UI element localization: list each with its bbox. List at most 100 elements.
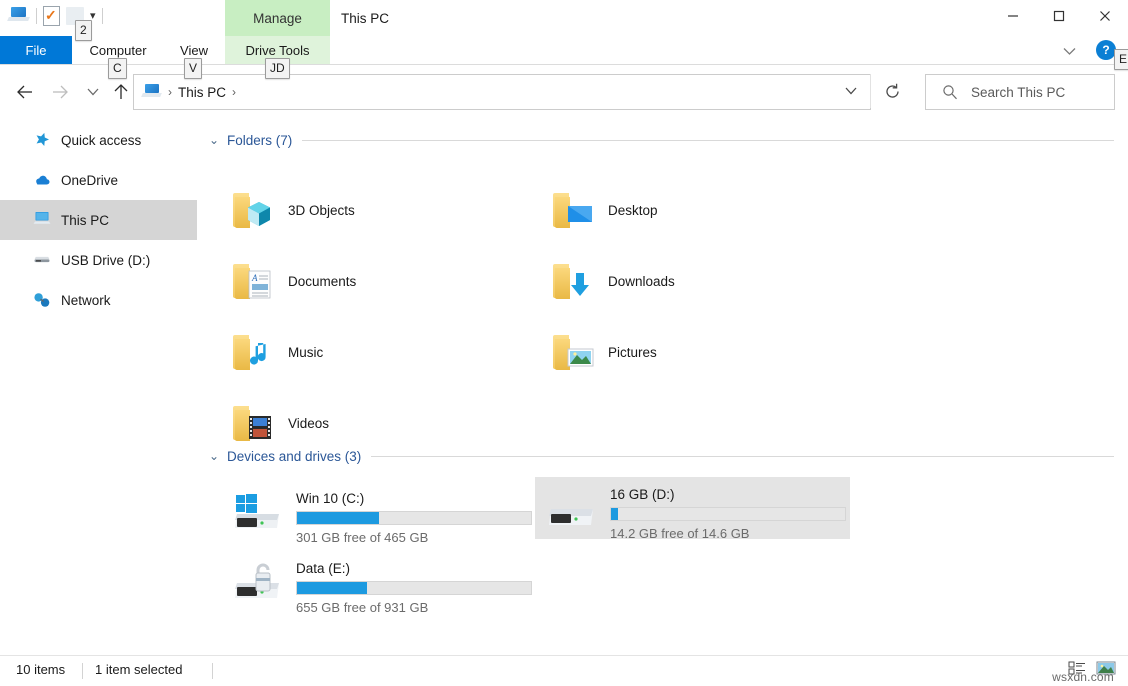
breadcrumb-item-this-pc[interactable]: This PC	[178, 85, 226, 100]
group-header-devices-and-drives[interactable]: ⌄ Devices and drives (3)	[197, 443, 1128, 469]
maximize-button[interactable]	[1036, 0, 1082, 31]
item-label: Pictures	[608, 345, 657, 360]
search-box[interactable]: Search This PC	[925, 74, 1115, 110]
address-dropdown-button[interactable]	[833, 74, 869, 108]
drive-free-space: 655 GB free of 931 GB	[296, 600, 532, 615]
keytip-help: E	[1114, 49, 1128, 70]
breadcrumb-separator-2[interactable]: ›	[232, 85, 236, 99]
item-label: Desktop	[608, 203, 658, 218]
recent-locations-button[interactable]	[80, 72, 106, 112]
search-icon	[942, 84, 958, 100]
refresh-button[interactable]	[870, 74, 913, 108]
customize-qat-caret[interactable]: ▾	[90, 11, 96, 21]
folders-tile-grid: 3D Objects Desktop	[197, 153, 1128, 443]
svg-text:A: A	[251, 273, 258, 283]
ribbon-body	[0, 65, 1128, 72]
capacity-bar-fill	[297, 512, 379, 524]
folder-downloads-icon	[552, 261, 594, 301]
item-label: Downloads	[608, 274, 675, 289]
qat-divider-2	[102, 8, 103, 24]
status-selection: 1 item selected	[95, 662, 182, 677]
item-desktop[interactable]: Desktop	[542, 174, 842, 246]
close-button[interactable]	[1082, 0, 1128, 31]
usb-drive-icon	[33, 251, 51, 269]
capacity-bar	[296, 511, 532, 525]
sidebar-item-this-pc[interactable]: This PC	[0, 200, 197, 240]
status-bar: 10 items 1 item selected	[0, 655, 1128, 686]
item-downloads[interactable]: Downloads	[542, 245, 842, 317]
sidebar-item-label: This PC	[61, 213, 109, 228]
watermark: wsxdn.com	[1052, 670, 1114, 684]
breadcrumb-this-pc-icon	[142, 84, 162, 100]
group-header-folders[interactable]: ⌄ Folders (7)	[197, 127, 1128, 153]
ribbon-collapse-button[interactable]	[1056, 40, 1082, 62]
navigation-pane: Quick access OneDrive This PC	[0, 120, 197, 655]
status-divider-1	[82, 663, 83, 679]
drive-16-gb-d[interactable]: 16 GB (D:) 14.2 GB free of 14.6 GB	[535, 477, 850, 539]
this-pc-icon[interactable]	[8, 7, 30, 25]
drive-win-10-c[interactable]: Win 10 (C:) 301 GB free of 465 GB	[221, 483, 536, 553]
group-title: Devices and drives (3)	[227, 449, 361, 464]
contextual-tab-group-header: Manage	[225, 0, 330, 36]
item-label: Videos	[288, 416, 329, 431]
chevron-down-icon[interactable]: ⌄	[209, 134, 223, 146]
removable-drive-icon	[545, 491, 597, 535]
folder-desktop-icon	[552, 190, 594, 230]
item-label: 3D Objects	[288, 203, 355, 218]
keytip-qat-2: 2	[75, 20, 92, 41]
capacity-bar-fill	[611, 508, 618, 520]
title-bar: ✓ ▾ 2 Manage This PC	[0, 0, 1128, 36]
folder-3d-objects-icon	[232, 190, 274, 230]
breadcrumb-separator-1[interactable]: ›	[168, 85, 172, 99]
cloud-icon	[33, 171, 51, 189]
minimize-button[interactable]	[990, 0, 1036, 31]
this-pc-icon	[33, 211, 51, 229]
sidebar-item-quick-access[interactable]: Quick access	[0, 120, 197, 160]
sidebar-item-network[interactable]: Network	[0, 280, 197, 320]
capacity-bar	[610, 507, 846, 521]
help-button[interactable]: ?	[1096, 40, 1116, 60]
group-rule	[302, 140, 1114, 141]
item-documents[interactable]: A Documents	[222, 245, 522, 317]
folder-pictures-icon	[552, 332, 594, 372]
folder-music-icon	[232, 332, 274, 372]
properties-icon[interactable]: ✓	[43, 6, 60, 25]
sidebar-item-label: Network	[61, 293, 111, 308]
status-item-count: 10 items	[16, 662, 65, 677]
capacity-bar-fill	[297, 582, 367, 594]
sidebar-item-label: OneDrive	[61, 173, 118, 188]
item-music[interactable]: Music	[222, 316, 522, 388]
drive-data-e[interactable]: Data (E:) 655 GB free of 931 GB	[221, 553, 536, 623]
item-pictures[interactable]: Pictures	[542, 316, 842, 388]
chevron-down-icon[interactable]: ⌄	[209, 450, 223, 462]
tab-file[interactable]: File	[0, 36, 72, 64]
back-button[interactable]	[10, 72, 40, 112]
group-rule	[371, 456, 1114, 457]
drive-label: 16 GB (D:)	[610, 487, 675, 502]
drive-free-space: 14.2 GB free of 14.6 GB	[610, 526, 846, 541]
search-input[interactable]: Search This PC	[971, 85, 1065, 100]
keytip-drive-tools: JD	[265, 58, 290, 79]
capacity-bar	[296, 581, 532, 595]
item-3d-objects[interactable]: 3D Objects	[222, 174, 522, 246]
qat-divider	[36, 8, 37, 24]
network-icon	[33, 291, 51, 309]
sidebar-item-onedrive[interactable]: OneDrive	[0, 160, 197, 200]
contextual-tab-group-label: Manage	[225, 0, 330, 36]
star-icon	[33, 131, 51, 149]
sidebar-item-usb-drive[interactable]: USB Drive (D:)	[0, 240, 197, 280]
item-label: Music	[288, 345, 323, 360]
folder-videos-icon	[232, 403, 274, 443]
sidebar-item-label: Quick access	[61, 133, 141, 148]
window-controls	[990, 0, 1128, 31]
forward-button[interactable]	[45, 72, 75, 112]
sidebar-item-label: USB Drive (D:)	[61, 253, 150, 268]
status-divider-2	[212, 663, 213, 679]
drive-label: Data (E:)	[296, 561, 350, 576]
file-list-pane: ⌄ Folders (7) 3D	[197, 120, 1128, 655]
ribbon-tab-strip: File Computer View Drive Tools	[0, 36, 1128, 64]
folder-documents-icon: A	[232, 261, 274, 301]
window-title: This PC	[341, 0, 389, 36]
drives-tile-grid: Win 10 (C:) 301 GB free of 465 GB	[197, 469, 1128, 629]
address-bar[interactable]: › This PC ›	[133, 74, 871, 110]
